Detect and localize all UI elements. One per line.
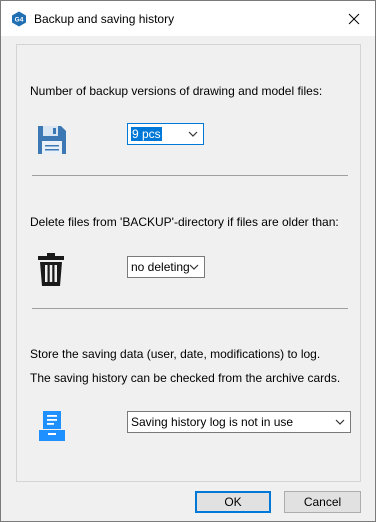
saving-history-select[interactable]: Saving history log is not in use bbox=[127, 411, 351, 433]
app-logo-icon: G4 bbox=[12, 11, 26, 27]
backup-versions-select[interactable]: 9 pcs bbox=[127, 123, 204, 145]
close-icon bbox=[348, 13, 360, 25]
chevron-down-icon bbox=[188, 131, 198, 137]
chevron-down-icon bbox=[335, 419, 345, 425]
delete-files-value: no deleting bbox=[131, 260, 190, 274]
separator bbox=[32, 175, 348, 176]
app-logo-text: G4 bbox=[15, 17, 24, 24]
floppy-disk-icon bbox=[38, 126, 66, 154]
saving-history-note: The saving history can be checked from t… bbox=[30, 371, 341, 385]
dialog-title: Backup and saving history bbox=[34, 12, 175, 26]
settings-panel: Number of backup versions of drawing and… bbox=[16, 44, 361, 482]
delete-files-label: Delete files from 'BACKUP'-directory if … bbox=[30, 215, 339, 229]
separator bbox=[32, 308, 348, 309]
chevron-down-icon bbox=[189, 264, 199, 270]
backup-versions-value: 9 pcs bbox=[131, 127, 162, 141]
title-bar[interactable]: G4 Backup and saving history bbox=[1, 1, 375, 36]
close-button[interactable] bbox=[339, 6, 369, 32]
trash-icon bbox=[38, 253, 64, 286]
delete-files-select[interactable]: no deleting bbox=[127, 256, 205, 278]
saving-history-label: Store the saving data (user, date, modif… bbox=[30, 347, 321, 361]
cancel-button[interactable]: Cancel bbox=[284, 491, 361, 513]
saving-history-value: Saving history log is not in use bbox=[131, 415, 294, 429]
ok-button[interactable]: OK bbox=[195, 491, 271, 513]
log-document-icon bbox=[39, 411, 65, 441]
dialog-window: G4 Backup and saving history Number of b… bbox=[0, 0, 376, 522]
backup-versions-label: Number of backup versions of drawing and… bbox=[30, 84, 323, 98]
